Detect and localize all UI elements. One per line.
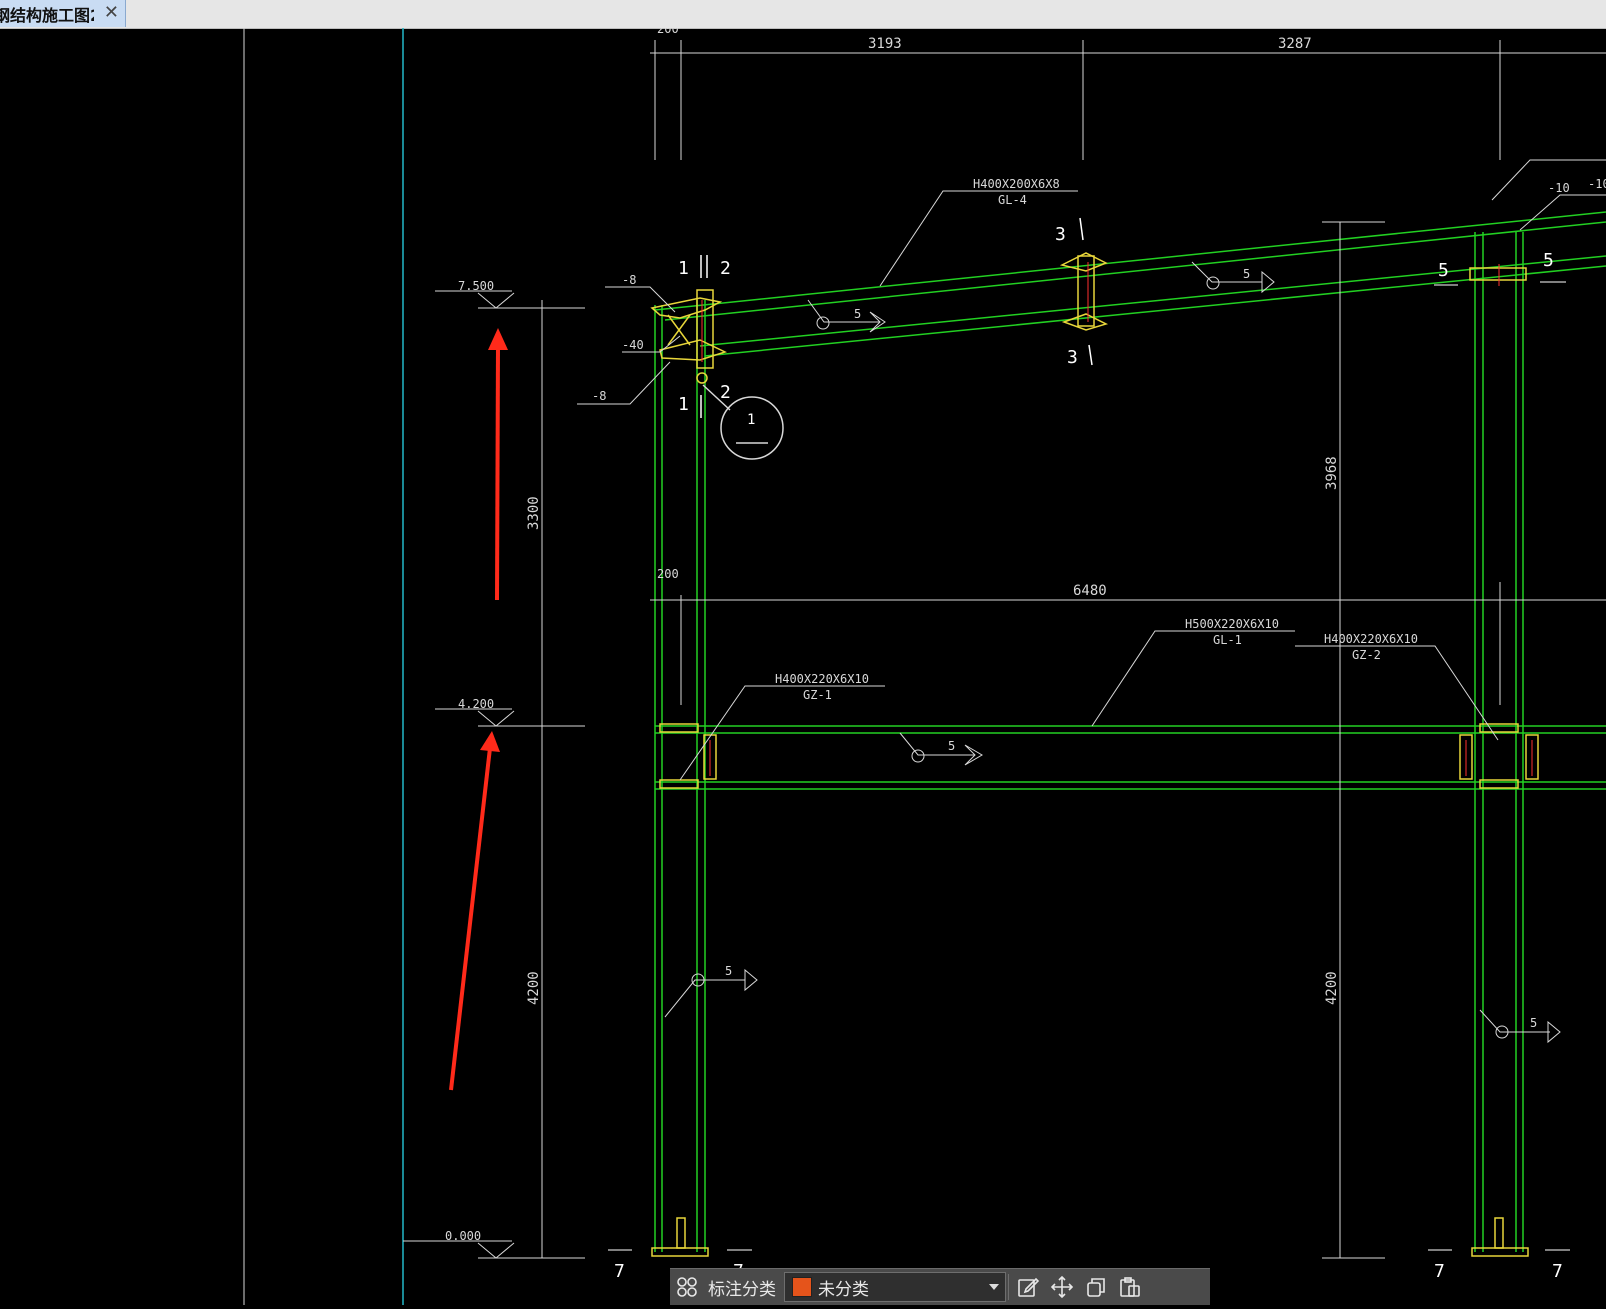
move-icon[interactable]: [1045, 1270, 1079, 1304]
connection-plates: [650, 252, 1539, 1257]
chevron-down-icon[interactable]: [989, 1284, 999, 1290]
paste-icon[interactable]: [1113, 1270, 1147, 1304]
section-mark-2-bottom: 2: [720, 382, 731, 403]
annotation-category-select[interactable]: 未分类: [784, 1272, 1006, 1302]
dim-top-span-2: 3287: [1278, 36, 1312, 52]
axis-mark-4: 7: [1552, 1261, 1563, 1282]
gl4-size-label: H400X200X6X8: [973, 177, 1060, 191]
gz1-name-label: GZ-1: [803, 688, 832, 702]
elevation-4200: 4.200: [458, 697, 494, 711]
section-mark-1-bottom: 1: [678, 394, 689, 415]
weld-size-5: 5: [1530, 1016, 1537, 1030]
gl1-name-label: GL-1: [1213, 633, 1242, 647]
dim-top-span-1: 3193: [868, 36, 902, 52]
plate-label-4: -10: [1548, 181, 1570, 195]
weld-size-4: 5: [725, 964, 732, 978]
grid-icon[interactable]: [670, 1270, 704, 1304]
category-color-swatch: [792, 1277, 812, 1297]
edit-icon[interactable]: [1011, 1270, 1045, 1304]
weld-size-1: 5: [854, 307, 861, 321]
weld-size-2: 5: [1243, 267, 1250, 281]
plate-label-1: -8: [622, 273, 636, 287]
dim-top-left: 200: [657, 28, 679, 36]
dim-right-upper: 3968: [1324, 456, 1340, 490]
document-tab-bar: 钢结构施工图20·· ✕: [0, 0, 1606, 29]
plate-label-2: -40: [622, 338, 644, 352]
plate-label-3: -8: [592, 389, 606, 403]
document-tab-title: 钢结构施工图20··: [0, 5, 94, 25]
cad-drawing-canvas[interactable]: 200 3193 3287 7.500 4.200 0.000 3300 420…: [0, 22, 1606, 1305]
weld-symbols: [664, 261, 1561, 1044]
red-annotation-arrow-upper: [488, 328, 508, 601]
dim-left-upper: 3300: [526, 496, 542, 530]
axis-mark-1: 7: [614, 1261, 625, 1282]
red-annotation-arrow-lower: [449, 731, 500, 1091]
gz1-size-label: H400X220X6X10: [775, 672, 869, 686]
detail-bubble-number: 1: [747, 412, 755, 428]
dim-right-lower: 4200: [1324, 971, 1340, 1005]
close-icon[interactable]: ✕: [104, 3, 119, 23]
annotation-category-label: 标注分类: [708, 1279, 776, 1300]
plate-label-5: -10: [1588, 177, 1606, 191]
steel-columns: [654, 232, 1524, 1252]
elevation-7500: 7.500: [458, 279, 494, 293]
weld-size-3: 5: [948, 739, 955, 753]
detail-bubble: [696, 372, 784, 460]
dim-mid-span: 6480: [1073, 583, 1107, 599]
gl1-size-label: H500X220X6X10: [1185, 617, 1279, 631]
copy-icon[interactable]: [1079, 1270, 1113, 1304]
section-mark-1-top: 1: [678, 258, 689, 279]
roof-beam-gl4: [654, 211, 1606, 357]
annotation-toolbar: 标注分类 未分类: [670, 1268, 1210, 1305]
elevation-0000: 0.000: [445, 1229, 481, 1243]
section-mark-5-right: 5: [1543, 250, 1554, 271]
gz2-name-label: GZ-2: [1352, 648, 1381, 662]
section-mark-3-top: 3: [1055, 224, 1066, 245]
section-mark-2-top: 2: [720, 258, 731, 279]
gl4-name-label: GL-4: [998, 193, 1027, 207]
section-mark-3-bottom: 3: [1067, 347, 1078, 368]
dim-mid-left: 200: [657, 567, 679, 581]
document-tab[interactable]: 钢结构施工图20·· ✕: [0, 0, 126, 27]
section-mark-5-left: 5: [1438, 260, 1449, 281]
axis-mark-3: 7: [1434, 1261, 1445, 1282]
toolbar-divider: [1008, 1274, 1009, 1300]
dim-left-lower: 4200: [526, 971, 542, 1005]
annotation-category-value: 未分类: [818, 1279, 869, 1300]
top-dimension-lines: [650, 40, 1606, 160]
gz2-size-label: H400X220X6X10: [1324, 632, 1418, 646]
